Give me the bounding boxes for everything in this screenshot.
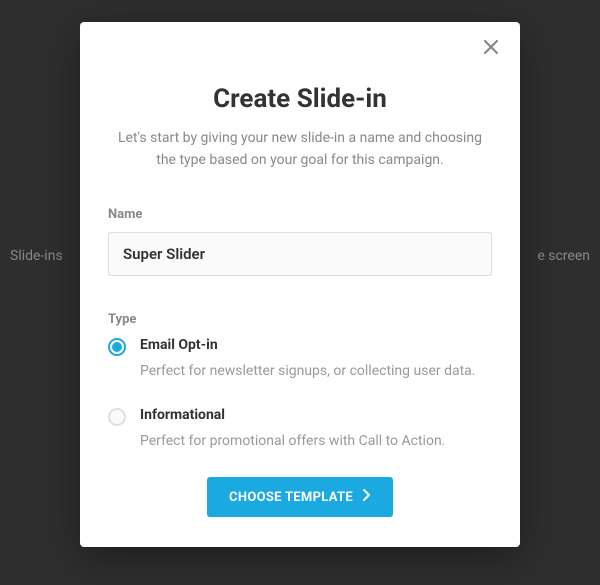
name-input[interactable] bbox=[108, 232, 492, 276]
type-option-text: Email Opt-in Perfect for newsletter sign… bbox=[140, 337, 492, 379]
type-option-description: Perfect for promotional offers with Call… bbox=[140, 433, 492, 449]
name-field-group: Name bbox=[108, 207, 492, 276]
type-label: Type bbox=[108, 312, 492, 327]
modal-subtitle: Let's start by giving your new slide-in … bbox=[108, 128, 492, 171]
type-option-description: Perfect for newsletter signups, or colle… bbox=[140, 363, 492, 379]
chevron-right-icon bbox=[363, 489, 371, 505]
type-option-text: Informational Perfect for promotional of… bbox=[140, 407, 492, 449]
name-label: Name bbox=[108, 207, 492, 222]
button-label: CHOOSE TEMPLATE bbox=[229, 490, 353, 505]
type-option-label: Email Opt-in bbox=[140, 337, 492, 353]
type-option-label: Informational bbox=[140, 407, 492, 423]
close-icon bbox=[484, 40, 498, 54]
type-option-email-optin[interactable]: Email Opt-in Perfect for newsletter sign… bbox=[108, 337, 492, 379]
type-field-group: Type Email Opt-in Perfect for newsletter… bbox=[108, 312, 492, 449]
radio-selected-icon bbox=[108, 338, 126, 356]
modal-title: Create Slide-in bbox=[108, 84, 492, 114]
radio-unselected-icon bbox=[108, 408, 126, 426]
type-option-informational[interactable]: Informational Perfect for promotional of… bbox=[108, 407, 492, 449]
choose-template-button[interactable]: CHOOSE TEMPLATE bbox=[207, 477, 393, 517]
close-button[interactable] bbox=[480, 36, 502, 58]
modal-actions: CHOOSE TEMPLATE bbox=[108, 477, 492, 517]
create-slidein-modal: Create Slide-in Let's start by giving yo… bbox=[80, 22, 520, 547]
